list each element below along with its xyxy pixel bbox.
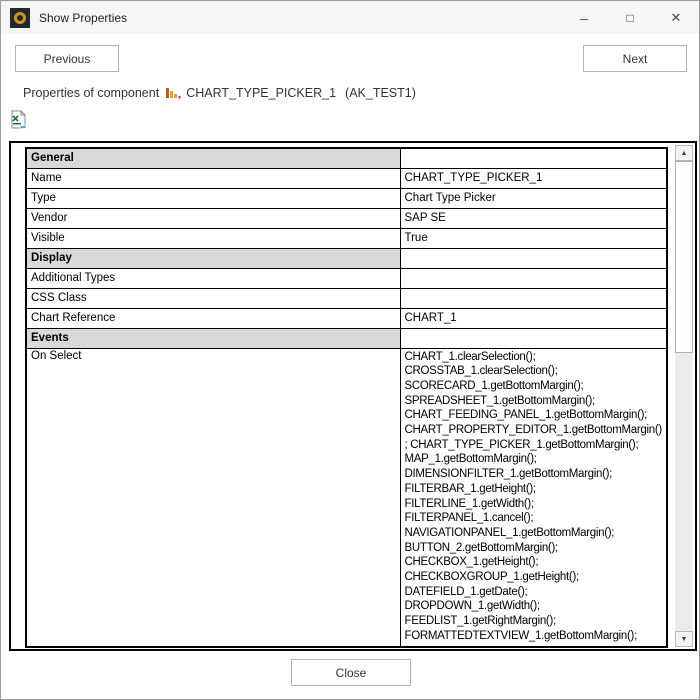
code-line: FILTERBAR_1.getHeight();: [405, 482, 662, 497]
code-line: CHECKBOX_1.getHeight();: [405, 555, 662, 570]
component-name: CHART_TYPE_PICKER_1: [186, 86, 336, 100]
component-header-prefix: Properties of component: [23, 86, 159, 100]
bar-chart-icon: [165, 85, 182, 101]
property-value: [400, 248, 667, 268]
code-line: CROSSTAB_1.clearSelection();: [405, 364, 662, 379]
property-value: CHART_TYPE_PICKER_1: [400, 168, 667, 188]
window-controls: – □ ✕: [561, 1, 699, 34]
property-row: VendorSAP SE: [26, 208, 667, 228]
component-header: Properties of component CHART_TYPE_PICKE…: [23, 85, 416, 101]
code-line: FILTERLINE_1.getWidth();: [405, 497, 662, 512]
code-line: FILTERPANEL_1.cancel();: [405, 511, 662, 526]
property-label: Type: [26, 188, 400, 208]
section-title: Events: [26, 328, 400, 348]
code-line: CHART_FEEDING_PANEL_1.getBottomMargin();: [405, 408, 662, 423]
maximize-button[interactable]: □: [607, 1, 653, 34]
code-line: ; CHART_TYPE_PICKER_1.getBottomMargin();: [405, 438, 662, 453]
scroll-up-button[interactable]: ▲: [675, 145, 693, 161]
section-title: Display: [26, 248, 400, 268]
code-line: DROPDOWN_1.getWidth();: [405, 599, 662, 614]
down-arrow-icon: ▼: [681, 636, 688, 643]
app-logo-icon: [10, 8, 30, 28]
scrollbar-thumb[interactable]: [675, 161, 693, 353]
property-value: Chart Type Picker: [400, 188, 667, 208]
property-value: CHART_1: [400, 308, 667, 328]
property-value: True: [400, 228, 667, 248]
property-row: Chart ReferenceCHART_1: [26, 308, 667, 328]
code-line: CHART_1.clearSelection();: [405, 350, 662, 365]
gold-ring-icon: [14, 12, 26, 24]
property-value: SAP SE: [400, 208, 667, 228]
code-line: CHART_PROPERTY_EDITOR_1.getBottomMargin(…: [405, 423, 662, 438]
code-line: CHECKBOXGROUP_1.getHeight();: [405, 570, 662, 585]
property-row: TypeChart Type Picker: [26, 188, 667, 208]
properties-table: GeneralNameCHART_TYPE_PICKER_1TypeChart …: [25, 147, 668, 648]
next-button[interactable]: Next: [583, 45, 687, 72]
code-line: BUTTON_2.getBottomMargin();: [405, 541, 662, 556]
code-line: FEEDLIST_1.getRightMargin();: [405, 614, 662, 629]
section-header-row: Display: [26, 248, 667, 268]
component-context: (AK_TEST1): [345, 86, 416, 100]
export-excel-icon[interactable]: [9, 110, 29, 131]
property-label: Name: [26, 168, 400, 188]
property-row: Additional Types: [26, 268, 667, 288]
up-arrow-icon: ▲: [681, 150, 688, 157]
close-window-button[interactable]: ✕: [653, 1, 699, 34]
properties-panel: GeneralNameCHART_TYPE_PICKER_1TypeChart …: [9, 141, 697, 651]
property-label: Chart Reference: [26, 308, 400, 328]
window-title: Show Properties: [39, 11, 127, 25]
code-line: SPREADSHEET_1.getBottomMargin();: [405, 394, 662, 409]
vertical-scrollbar[interactable]: ▲ ▼: [675, 145, 693, 647]
property-row: On SelectCHART_1.clearSelection();CROSST…: [26, 348, 667, 647]
show-properties-window: Show Properties – □ ✕ Previous Next Prop…: [0, 0, 700, 700]
previous-button[interactable]: Previous: [15, 45, 119, 72]
property-value: [400, 328, 667, 348]
code-line: DIMENSIONFILTER_1.getBottomMargin();: [405, 467, 662, 482]
scroll-down-button[interactable]: ▼: [675, 631, 693, 647]
code-line: NAVIGATIONPANEL_1.getBottomMargin();: [405, 526, 662, 541]
property-label: CSS Class: [26, 288, 400, 308]
section-header-row: Events: [26, 328, 667, 348]
property-row: CSS Class: [26, 288, 667, 308]
minimize-button[interactable]: –: [561, 1, 607, 34]
code-line: MAP_1.getBottomMargin();: [405, 452, 662, 467]
property-row: NameCHART_TYPE_PICKER_1: [26, 168, 667, 188]
code-line: DATEFIELD_1.getDate();: [405, 585, 662, 600]
property-value: CHART_1.clearSelection();CROSSTAB_1.clea…: [400, 348, 667, 647]
property-label: Vendor: [26, 208, 400, 228]
section-title: General: [26, 148, 400, 168]
property-row: VisibleTrue: [26, 228, 667, 248]
property-value: [400, 288, 667, 308]
property-value: [400, 148, 667, 168]
property-label: Additional Types: [26, 268, 400, 288]
close-button[interactable]: Close: [291, 659, 411, 686]
property-value: [400, 268, 667, 288]
section-header-row: General: [26, 148, 667, 168]
property-label: On Select: [26, 348, 400, 647]
code-line: SCORECARD_1.getBottomMargin();: [405, 379, 662, 394]
code-line: FORMATTEDTEXTVIEW_1.getBottomMargin();: [405, 629, 662, 644]
property-label: Visible: [26, 228, 400, 248]
title-bar: Show Properties – □ ✕: [1, 1, 699, 34]
